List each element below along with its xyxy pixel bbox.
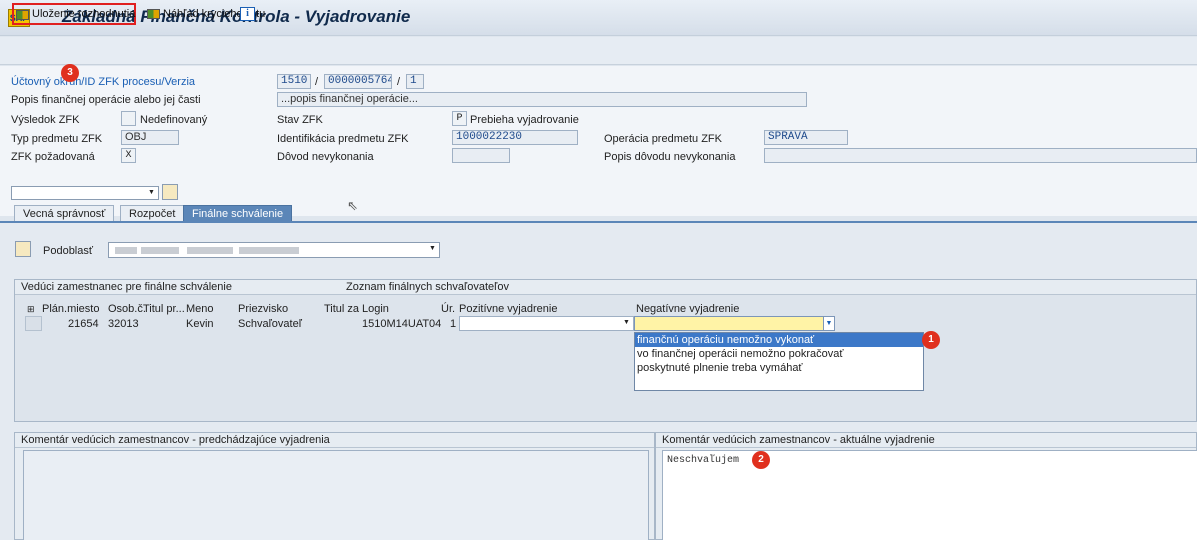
negative-statement-select[interactable]: ▼: [634, 316, 835, 331]
previous-comments-textarea[interactable]: [23, 450, 649, 540]
chevron-down-icon: ▼: [148, 189, 155, 196]
negative-statement-dropdown: finančnú operáciu nemožno vykonať vo fin…: [634, 332, 924, 391]
col-osob-c[interactable]: Osob.č.: [108, 302, 146, 316]
subject-operation-field[interactable]: SPRAVA: [764, 130, 848, 145]
col-titul-za[interactable]: Titul za: [324, 302, 359, 316]
account-code-field[interactable]: 1510: [277, 74, 311, 89]
annotation-badge-3: 3: [61, 64, 79, 82]
tab-rozpocet[interactable]: Rozpočet: [120, 205, 185, 222]
header-form: [0, 66, 1197, 216]
version-field[interactable]: 1: [406, 74, 424, 89]
cell-osob-c: 32013: [108, 318, 139, 330]
col-ur[interactable]: Úr.: [441, 302, 455, 316]
current-comments-title: Komentár vedúcich zamestnancov - aktuáln…: [656, 433, 1196, 448]
subject-id-field[interactable]: 1000022230: [452, 130, 578, 145]
process-id-field[interactable]: 0000005764: [324, 74, 392, 89]
zfk-status-value: Prebieha vyjadrovanie: [470, 114, 579, 126]
annotation-badge-2: 2: [752, 451, 770, 469]
annotation-badge-1: 1: [922, 331, 940, 349]
chevron-down-icon: ▼: [429, 245, 436, 252]
col-meno[interactable]: Meno: [186, 302, 214, 316]
info-icon[interactable]: i: [240, 7, 255, 21]
col-negative[interactable]: Negatívne vyjadrenie: [636, 302, 739, 316]
separator: /: [315, 76, 319, 88]
blurred-text: [187, 247, 233, 254]
tab-vecna-spravnost[interactable]: Vecná správnosť: [14, 205, 115, 222]
chevron-down-icon[interactable]: ▼: [823, 317, 834, 330]
non-execution-desc-label: Popis dôvodu nevykonania: [604, 151, 736, 163]
approvers-group: Vedúci zamestnanec pre finálne schváleni…: [14, 279, 1197, 422]
subarea-select[interactable]: ▼: [108, 242, 440, 258]
blurred-text: [239, 247, 299, 254]
approvers-group-title: Vedúci zamestnanec pre finálne schváleni…: [15, 280, 1196, 295]
row-selector[interactable]: [25, 316, 42, 331]
col-titul-pred[interactable]: Titul pr...: [143, 302, 185, 316]
non-execution-reason-field[interactable]: [452, 148, 510, 163]
subject-operation-label: Operácia predmetu ZFK: [604, 133, 722, 145]
option-must-recover[interactable]: poskytnuté plnenie treba vymáhať: [635, 361, 923, 375]
cell-ur: 1: [450, 318, 457, 330]
subject-type-label: Typ predmetu ZFK: [11, 133, 103, 145]
save-decision-button[interactable]: Uloženie rozhodnutia: [12, 3, 136, 25]
zfk-result-field[interactable]: [121, 111, 136, 126]
subject-id-label: Identifikácia predmetu ZFK: [277, 133, 409, 145]
zfk-result-label: Výsledok ZFK: [11, 114, 80, 126]
approvers-list-title: Zoznam finálnych schvaľovateľov: [346, 281, 509, 293]
chevron-down-icon: ▼: [623, 319, 630, 326]
subarea-icon[interactable]: [15, 241, 31, 257]
col-priezvisko[interactable]: Priezvisko: [238, 302, 288, 316]
save-decision-label: Uloženie rozhodnutia: [32, 8, 136, 20]
separator: /: [397, 76, 401, 88]
cell-meno: Kevin: [186, 318, 214, 330]
operation-description-field[interactable]: ...popis finančnej operácie...: [277, 92, 807, 107]
tab-finalne-schvalenie[interactable]: Finálne schválenie: [183, 205, 293, 222]
operation-description-label: Popis finančnej operácie alebo jej časti: [11, 94, 201, 106]
current-comments-textarea[interactable]: Neschvaľujem: [662, 450, 1197, 540]
non-execution-desc-field[interactable]: [764, 148, 1197, 163]
cell-plan-miesto: 21654: [68, 318, 99, 330]
option-cannot-continue[interactable]: vo finančnej operácii nemožno pokračovať: [635, 347, 923, 361]
previous-comments-title: Komentár vedúcich zamestnancov - predchá…: [15, 433, 654, 448]
zfk-status-label: Stav ZFK: [277, 114, 323, 126]
cell-login: 1510M14UAT04: [362, 318, 442, 330]
zfk-result-value: Nedefinovaný: [140, 114, 208, 126]
previous-comments-group: Komentár vedúcich zamestnancov - predchá…: [14, 432, 655, 540]
account-process-version-label[interactable]: Účtovný okruh/ID ZFK procesu/Verzia: [11, 76, 195, 88]
approvers-group-title-text: Vedúci zamestnanec pre finálne schváleni…: [21, 281, 232, 293]
non-execution-reason-label: Dôvod nevykonania: [277, 151, 374, 163]
blurred-text: [115, 247, 137, 254]
current-comments-group: Komentár vedúcich zamestnancov - aktuáln…: [655, 432, 1197, 540]
application-toolbar: [0, 37, 1197, 65]
view-selector[interactable]: ▼: [11, 186, 159, 200]
positive-statement-select[interactable]: ▼: [459, 316, 634, 331]
zfk-required-label: ZFK požadovaná: [11, 151, 95, 163]
col-plan-miesto[interactable]: Plán.miesto: [42, 302, 99, 316]
table-settings-icon[interactable]: ⊞: [27, 302, 35, 316]
zfk-status-code[interactable]: P: [452, 111, 467, 126]
save-decision-icon: [16, 10, 29, 20]
col-positive[interactable]: Pozitívne vyjadrenie: [459, 302, 557, 316]
cell-priezvisko: Schvaľovateľ: [238, 318, 302, 330]
subject-type-field[interactable]: OBJ: [121, 130, 179, 145]
mouse-cursor-icon: ⇖: [347, 198, 358, 213]
document-icon[interactable]: [162, 184, 178, 200]
zfk-required-checkbox[interactable]: X: [121, 148, 136, 163]
col-login[interactable]: Login: [362, 302, 389, 316]
option-cannot-execute[interactable]: finančnú operáciu nemožno vykonať: [635, 333, 923, 347]
cover-sheet-icon: [147, 9, 160, 19]
blurred-text: [141, 247, 179, 254]
subarea-label: Podoblasť: [43, 245, 93, 257]
